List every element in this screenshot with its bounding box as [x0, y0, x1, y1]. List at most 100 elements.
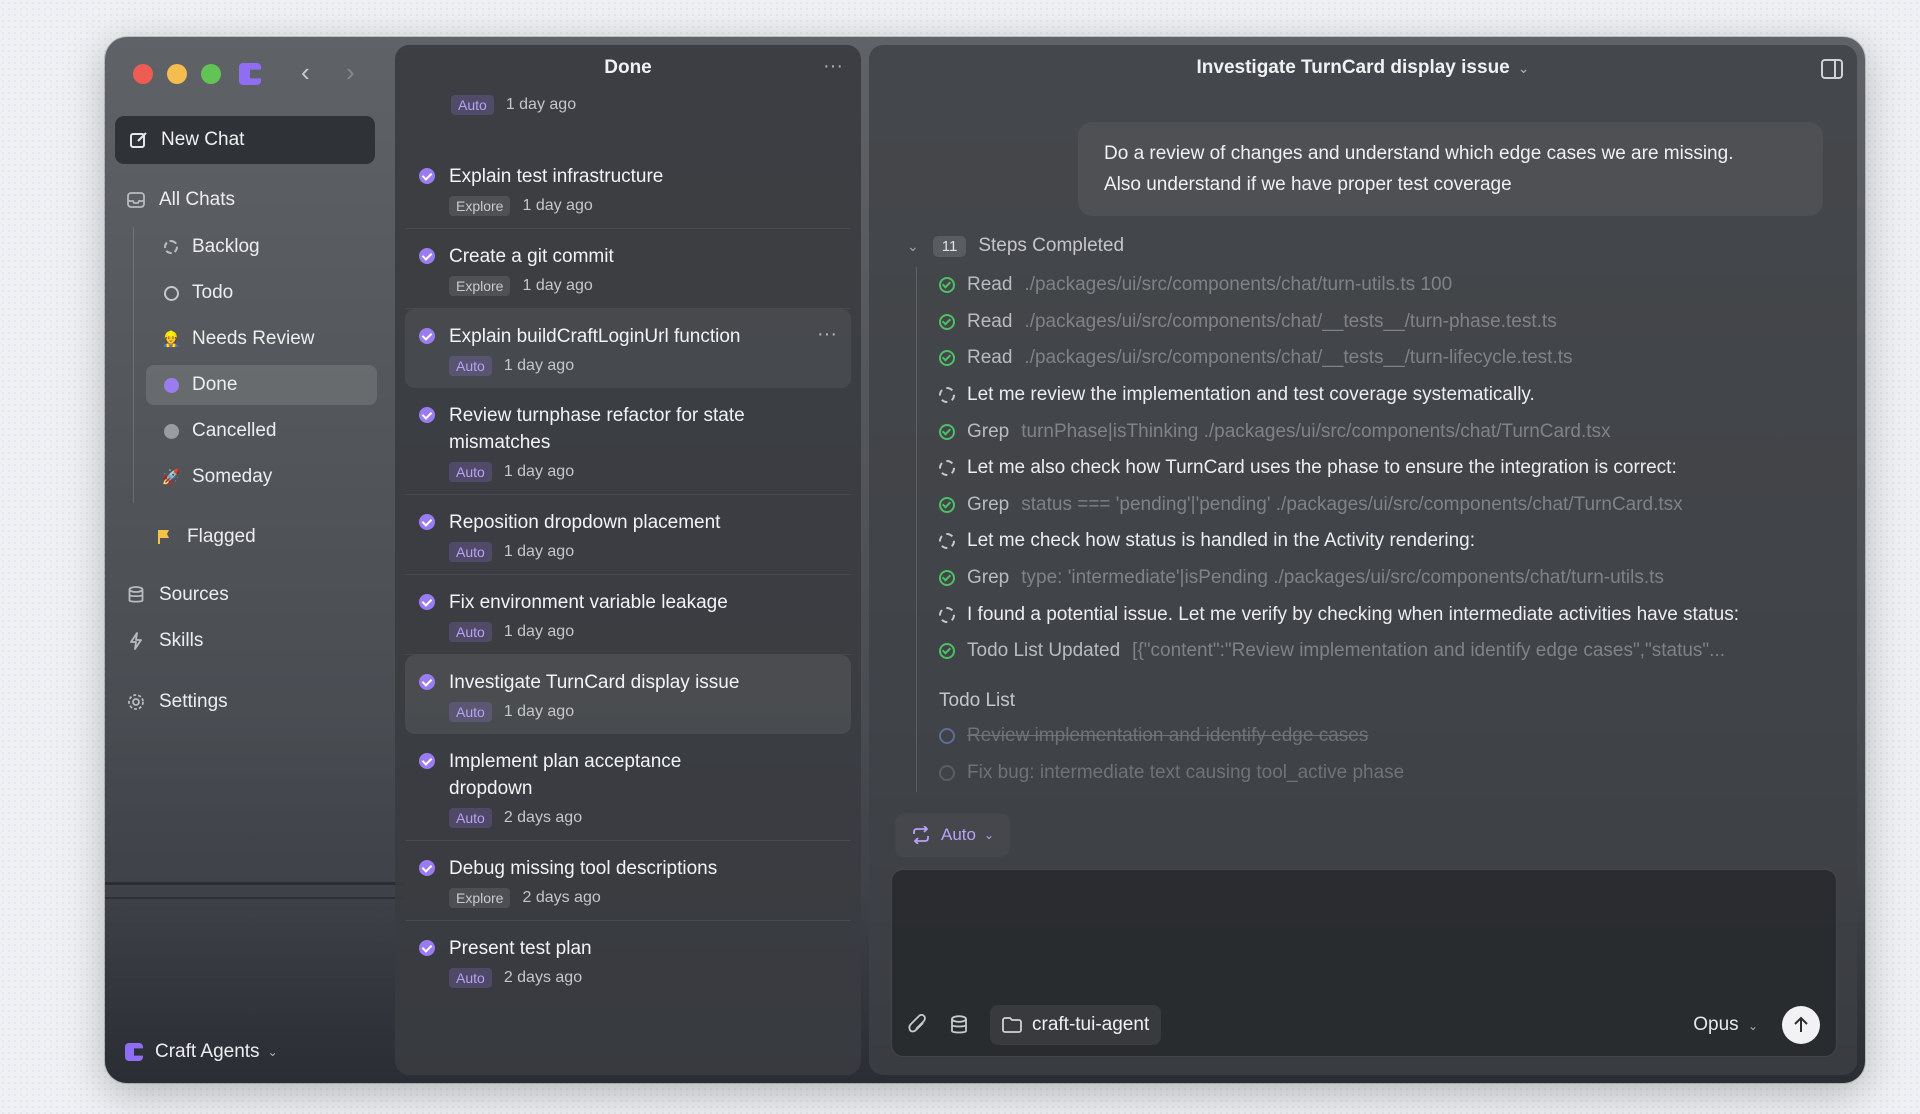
mode-tag: Auto: [451, 95, 494, 115]
check-circle-icon: [939, 350, 955, 367]
sidebar: ‹ › New Chat All Chats Backlog Todo 👷 Ne: [105, 37, 395, 1083]
mode-tag: Auto: [449, 356, 492, 376]
list-item[interactable]: Review turnphase refactor for state mism…: [405, 388, 851, 495]
item-title: Fix environment variable leakage: [449, 592, 728, 613]
check-circle-icon: [939, 277, 955, 294]
step-row[interactable]: Read ./packages/ui/src/components/chat/__…: [939, 340, 1827, 377]
step-row[interactable]: Let me review the implementation and tes…: [939, 377, 1827, 414]
steps-toggle[interactable]: ⌄ 11 Steps Completed: [907, 235, 1124, 257]
sidebar-item-todo[interactable]: Todo: [146, 273, 377, 313]
step-row[interactable]: Let me also check how TurnCard uses the …: [939, 450, 1827, 487]
gear-icon: [125, 693, 147, 711]
check-circle-icon: [939, 570, 955, 587]
rocket-icon: 🚀: [161, 469, 181, 486]
zoom-window-button[interactable]: [201, 64, 221, 84]
list-item-selected[interactable]: Investigate TurnCard display issue Auto 1…: [405, 655, 851, 734]
step-row[interactable]: Grep turnPhase|isThinking ./packages/ui/s…: [939, 413, 1827, 450]
step-tool: Read: [967, 274, 1013, 296]
database-icon[interactable]: [950, 1015, 968, 1035]
sidebar-item-label: Settings: [159, 691, 228, 712]
chevron-down-icon: ⌄: [983, 828, 995, 842]
dashed-circle-icon: [939, 533, 955, 550]
item-time: 1 day ago: [503, 357, 575, 374]
workspace-logo-icon: [125, 1043, 143, 1061]
paperclip-icon[interactable]: [908, 1014, 928, 1036]
close-window-button[interactable]: [133, 64, 153, 84]
list-item[interactable]: ··· Explain buildCraftLoginUrl function …: [405, 309, 851, 388]
sidebar-item-cancelled[interactable]: Cancelled: [146, 411, 377, 451]
step-row[interactable]: Todo List Updated [{"content":"Review imp…: [939, 633, 1827, 670]
list-item[interactable]: Create a git commit Explore 1 day ago: [405, 229, 851, 309]
sidebar-item-sources[interactable]: Sources: [125, 575, 229, 615]
item-title: Investigate TurnCard display issue: [449, 672, 740, 693]
list-item-partial[interactable]: Auto 1 day ago: [451, 95, 576, 115]
check-circle-icon: [939, 313, 955, 330]
step-row[interactable]: Let me check how status is handled in th…: [939, 523, 1827, 560]
steps-count-badge: 11: [932, 235, 967, 257]
review-emoji-icon: 👷: [161, 331, 181, 348]
model-selector[interactable]: Opus ⌄: [1693, 1014, 1758, 1036]
step-row[interactable]: Grep type: 'intermediate'|isPending ./pac…: [939, 560, 1827, 597]
step-thought: Let me review the implementation and tes…: [967, 384, 1535, 406]
sidebar-item-label: Flagged: [187, 526, 256, 547]
step-arg: turnPhase|isThinking ./packages/ui/src/c…: [1021, 420, 1611, 442]
step-row[interactable]: Grep status === 'pending'|'pending' ./pac…: [939, 487, 1827, 524]
sidebar-item-flagged[interactable]: Flagged: [153, 517, 256, 557]
chevron-down-icon: ⌄: [1747, 1019, 1758, 1033]
sidebar-item-label: Someday: [192, 466, 273, 487]
new-chat-button[interactable]: New Chat: [115, 116, 375, 164]
sidebar-item-settings[interactable]: Settings: [125, 682, 228, 722]
step-arg: status === 'pending'|'pending' ./package…: [1021, 493, 1683, 515]
dashed-circle-icon: [939, 460, 955, 477]
check-circle-icon: [939, 643, 955, 660]
item-time: 2 days ago: [522, 889, 601, 906]
list-item[interactable]: Fix environment variable leakage Auto 1 d…: [405, 575, 851, 655]
list-item[interactable]: Implement plan acceptance dropdown Auto 2…: [405, 734, 851, 841]
mode-selector[interactable]: Auto ⌄: [895, 813, 1011, 857]
more-options-icon[interactable]: ···: [823, 55, 843, 78]
sidebar-item-label: All Chats: [159, 189, 236, 210]
workspace-switcher[interactable]: Craft Agents ⌄: [125, 1041, 278, 1063]
sidebar-item-someday[interactable]: 🚀 Someday: [146, 457, 377, 497]
sidebar-item-done[interactable]: Done: [146, 365, 377, 405]
lightning-icon: [125, 632, 147, 650]
item-time: 2 days ago: [503, 809, 583, 826]
chat-title-dropdown[interactable]: Investigate TurnCard display issue ⌄: [869, 45, 1857, 91]
sidebar-item-label: Needs Review: [192, 328, 315, 349]
step-tool: Read: [967, 310, 1013, 332]
sidebar-item-backlog[interactable]: Backlog: [146, 227, 377, 267]
cancelled-x-icon: [163, 423, 179, 439]
check-circle-icon: [939, 496, 955, 513]
list-item[interactable]: Present test plan Auto 2 days ago: [405, 921, 851, 1000]
working-directory-button[interactable]: craft-tui-agent: [990, 1005, 1162, 1045]
sidebar-toggle-icon[interactable]: [1821, 59, 1843, 79]
folder-icon: [1002, 1017, 1022, 1033]
step-row[interactable]: Read ./packages/ui/src/components/chat/__…: [939, 304, 1827, 341]
sidebar-item-all-chats[interactable]: All Chats: [125, 180, 235, 220]
check-circle-icon: [939, 728, 955, 745]
more-options-icon[interactable]: ···: [817, 323, 837, 346]
message-composer[interactable]: craft-tui-agent Opus ⌄: [891, 869, 1837, 1057]
forward-arrow-icon[interactable]: ›: [346, 59, 355, 85]
step-arg: type: 'intermediate'|isPending ./package…: [1021, 567, 1664, 589]
user-message: Do a review of changes and understand wh…: [1078, 122, 1823, 216]
item-time: 1 day ago: [522, 277, 593, 294]
list-item[interactable]: Explain test infrastructure Explore 1 day…: [405, 149, 851, 229]
mode-tag: Explore: [449, 276, 511, 296]
done-check-icon: [419, 248, 435, 264]
item-title: Explain test infrastructure: [449, 166, 664, 187]
step-row[interactable]: I found a potential issue. Let me verify…: [939, 596, 1827, 633]
step-row[interactable]: Read ./packages/ui/src/components/chat/tu…: [939, 267, 1827, 304]
app-logo-icon: [239, 63, 261, 85]
list-item[interactable]: Reposition dropdown placement Auto 1 day …: [405, 495, 851, 575]
window-controls: [133, 64, 221, 84]
mode-tag: Explore: [449, 888, 511, 908]
list-item[interactable]: Debug missing tool descriptions Explore 2…: [405, 841, 851, 921]
minimize-window-button[interactable]: [167, 64, 187, 84]
back-arrow-icon[interactable]: ‹: [301, 59, 310, 85]
arrow-up-icon: [1794, 1016, 1808, 1032]
sidebar-item-needs-review[interactable]: 👷 Needs Review: [146, 319, 377, 359]
chat-list-panel: Done ··· Auto 1 day ago Explain test inf…: [395, 45, 861, 1075]
send-button[interactable]: [1782, 1006, 1820, 1044]
sidebar-item-skills[interactable]: Skills: [125, 621, 203, 661]
